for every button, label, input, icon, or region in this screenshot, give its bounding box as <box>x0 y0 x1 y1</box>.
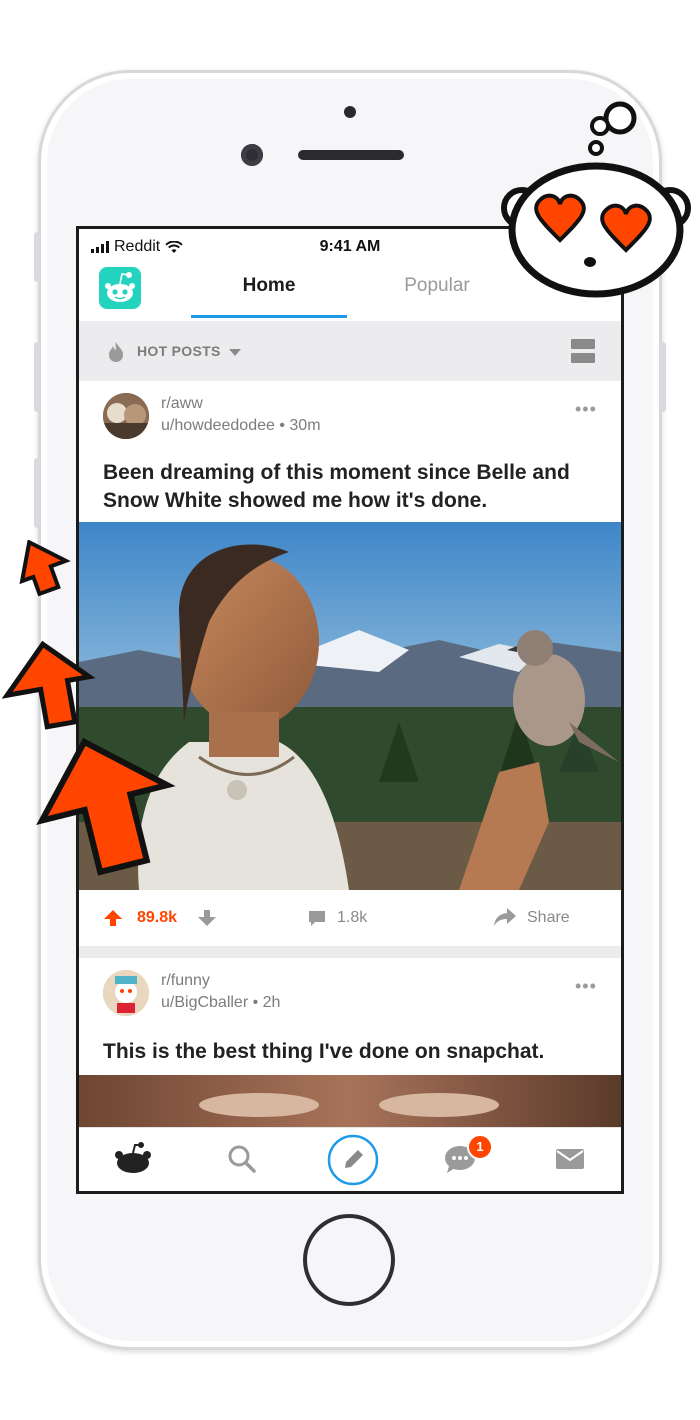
reddit-logo-icon[interactable] <box>99 267 141 309</box>
sort-bar: HOT POSTS <box>79 321 621 381</box>
tab-popular[interactable]: Popular <box>362 275 512 297</box>
post-divider <box>79 946 621 958</box>
post-meta: u/BigCballer • 2h <box>161 994 281 1011</box>
downvote-arrow-icon[interactable] <box>197 908 217 928</box>
search-icon[interactable] <box>227 1144 257 1174</box>
subreddit-avatar[interactable] <box>103 970 149 1016</box>
front-camera <box>241 144 263 166</box>
post-action-bar: 89.8k 1.8k Share <box>79 890 621 946</box>
upvote-arrow-icon[interactable] <box>103 908 123 928</box>
vote-score: 89.8k <box>137 909 178 926</box>
post-title[interactable]: Been dreaming of this moment since Belle… <box>103 459 603 515</box>
subreddit-name[interactable]: r/aww <box>161 395 203 413</box>
silent-switch <box>34 232 40 282</box>
post-title[interactable]: This is the best thing I've done on snap… <box>103 1038 603 1066</box>
flame-icon <box>109 342 124 362</box>
more-options-icon[interactable]: ••• <box>575 399 597 420</box>
sort-dropdown[interactable]: HOT POSTS <box>137 343 221 359</box>
notification-badge: 1 <box>467 1134 493 1160</box>
post-age: 30m <box>289 417 321 434</box>
upvote-arrows-decoration <box>1 540 176 876</box>
home-icon[interactable] <box>113 1142 153 1174</box>
power-button <box>660 342 666 412</box>
home-button[interactable] <box>303 1214 395 1306</box>
chevron-down-icon[interactable] <box>229 349 241 356</box>
share-icon[interactable] <box>493 906 517 928</box>
author-name[interactable]: u/howdeedodee <box>161 417 275 434</box>
share-button[interactable]: Share <box>527 909 570 927</box>
subreddit-avatar[interactable] <box>103 393 149 439</box>
comment-count[interactable]: 1.8k <box>337 909 367 927</box>
volume-up-button <box>34 342 40 412</box>
tab-home[interactable]: Home <box>191 275 347 297</box>
active-tab-indicator <box>191 315 347 318</box>
subreddit-name[interactable]: r/funny <box>161 972 210 990</box>
post-age: 2h <box>262 994 281 1011</box>
volume-down-button <box>34 458 40 528</box>
post-image[interactable] <box>79 1075 621 1131</box>
snoo-heart-eyes-mascot <box>501 101 691 298</box>
earpiece-speaker <box>298 150 404 160</box>
comment-icon[interactable] <box>307 908 327 928</box>
more-options-icon[interactable]: ••• <box>575 976 597 997</box>
author-name[interactable]: u/BigCballer <box>161 994 248 1011</box>
mail-icon[interactable] <box>555 1148 585 1170</box>
proximity-sensor <box>344 106 356 118</box>
bottom-tab-bar: 1 <box>79 1127 621 1191</box>
view-mode-icon[interactable] <box>571 339 595 363</box>
post-meta: u/howdeedodee • 30m <box>161 417 321 434</box>
compose-icon[interactable] <box>327 1134 379 1186</box>
